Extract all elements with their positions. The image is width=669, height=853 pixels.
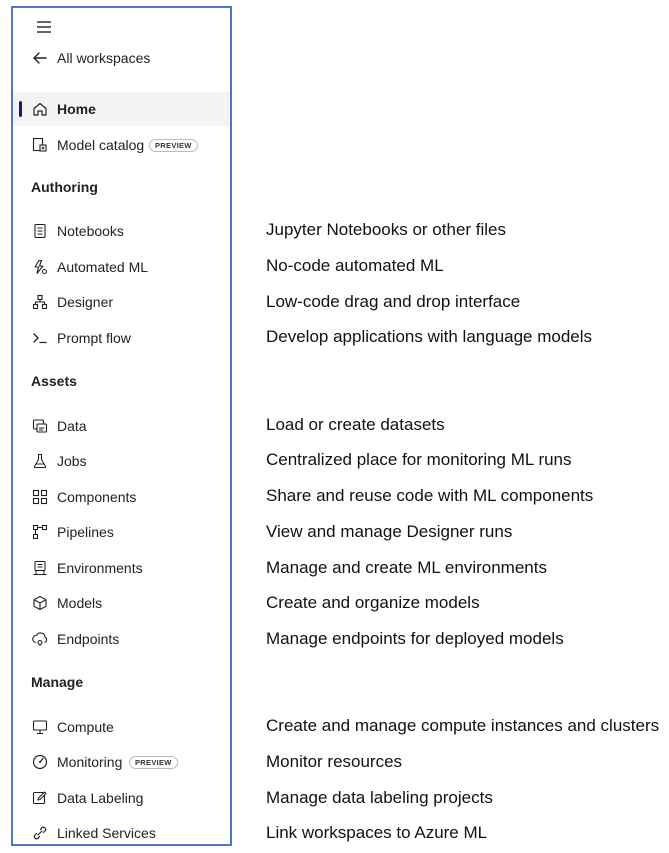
preview-badge: PREVIEW [129, 755, 178, 769]
sidebar-item-label: Home [57, 101, 96, 117]
active-indicator [19, 101, 22, 117]
sidebar-item-notebooks[interactable]: Notebooks [13, 214, 230, 248]
sidebar-item-label: Designer [57, 294, 114, 310]
sidebar-item-model-catalog[interactable]: Model catalog PREVIEW [13, 128, 230, 162]
description-designer: Low-code drag and drop interface [266, 292, 521, 311]
sidebar-item-label: Data [57, 418, 87, 434]
sidebar-item-label: Monitoring [57, 754, 123, 770]
data-icon [31, 417, 49, 435]
sidebar-item-models[interactable]: Models [13, 586, 230, 620]
sidebar-item-label: Jobs [57, 453, 87, 469]
description-automated-ml: No-code automated ML [266, 256, 444, 275]
sidebar-item-endpoints[interactable]: Endpoints [13, 622, 230, 656]
section-heading-manage: Manage [31, 674, 84, 690]
sidebar-item-data[interactable]: Data [13, 409, 230, 443]
designer-icon [31, 293, 49, 311]
preview-badge: PREVIEW [149, 138, 198, 152]
notebook-icon [31, 222, 49, 240]
cube-icon [31, 594, 49, 612]
pipelines-icon [31, 523, 49, 541]
components-icon [31, 488, 49, 506]
description-jobs: Centralized place for monitoring ML runs [266, 450, 572, 469]
sidebar-item-label: Components [57, 489, 137, 505]
hamburger-icon[interactable] [35, 18, 53, 36]
sidebar-item-label: Automated ML [57, 259, 149, 275]
description-linked-services: Link workspaces to Azure ML [266, 823, 488, 842]
sidebar-item-label: Environments [57, 560, 143, 576]
sidebar-item-label: Pipelines [57, 524, 114, 540]
linked-services-icon [31, 824, 49, 842]
description-prompt-flow: Develop applications with language model… [266, 327, 593, 346]
sidebar-item-label: Notebooks [57, 223, 124, 239]
sidebar-item-compute[interactable]: Compute [13, 710, 230, 744]
sidebar-item-data-labeling[interactable]: Data Labeling [13, 781, 230, 815]
section-heading-assets: Assets [31, 373, 77, 389]
description-models: Create and organize models [266, 593, 480, 612]
description-data: Load or create datasets [266, 415, 445, 434]
description-pipelines: View and manage Designer runs [266, 522, 513, 541]
sidebar-item-label: Linked Services [57, 825, 156, 841]
sidebar-item-linked-services[interactable]: Linked Services [13, 816, 230, 850]
sidebar-item-label: Data Labeling [57, 790, 144, 806]
back-to-all-workspaces-link[interactable]: All workspaces [13, 41, 230, 75]
sidebar-item-label: Compute [57, 719, 114, 735]
sidebar-item-automated-ml[interactable]: Automated ML [13, 250, 230, 284]
description-data-labeling: Manage data labeling projects [266, 788, 493, 807]
description-components: Share and reuse code with ML components [266, 486, 594, 505]
gauge-icon [31, 753, 49, 771]
flask-icon [31, 452, 49, 470]
sidebar-item-label: Endpoints [57, 631, 120, 647]
sidebar-item-prompt-flow[interactable]: Prompt flow [13, 321, 230, 355]
sidebar-item-label: Models [57, 595, 103, 611]
description-endpoints: Manage endpoints for deployed models [266, 629, 564, 648]
endpoints-icon [31, 630, 49, 648]
sidebar-item-designer[interactable]: Designer [13, 285, 230, 319]
sidebar-item-label: Prompt flow [57, 330, 131, 346]
edit-icon [31, 789, 49, 807]
arrow-left-icon [31, 49, 49, 67]
description-monitoring: Monitor resources [266, 752, 403, 771]
sidebar-item-home[interactable]: Home [13, 92, 230, 126]
section-heading-authoring: Authoring [31, 179, 98, 195]
description-compute: Create and manage compute instances and … [266, 716, 660, 735]
home-icon [31, 100, 49, 118]
compute-icon [31, 718, 49, 736]
back-label: All workspaces [57, 50, 151, 66]
sidebar-item-monitoring[interactable]: Monitoring PREVIEW [13, 745, 230, 779]
prompt-flow-icon [31, 329, 49, 347]
sidebar-item-pipelines[interactable]: Pipelines [13, 515, 230, 549]
sidebar-item-label: Model catalog [57, 137, 145, 153]
sidebar-item-components[interactable]: Components [13, 480, 230, 514]
description-environments: Manage and create ML environments [266, 558, 547, 577]
sidebar-item-jobs[interactable]: Jobs [13, 444, 230, 478]
description-notebooks: Jupyter Notebooks or other files [266, 220, 507, 239]
model-catalog-icon [31, 136, 49, 154]
automated-ml-icon [31, 258, 49, 276]
sidebar-item-environments[interactable]: Environments [13, 551, 230, 585]
environments-icon [31, 559, 49, 577]
navigation-sidebar: All workspaces Home Model catalog PREVIE… [11, 6, 232, 846]
